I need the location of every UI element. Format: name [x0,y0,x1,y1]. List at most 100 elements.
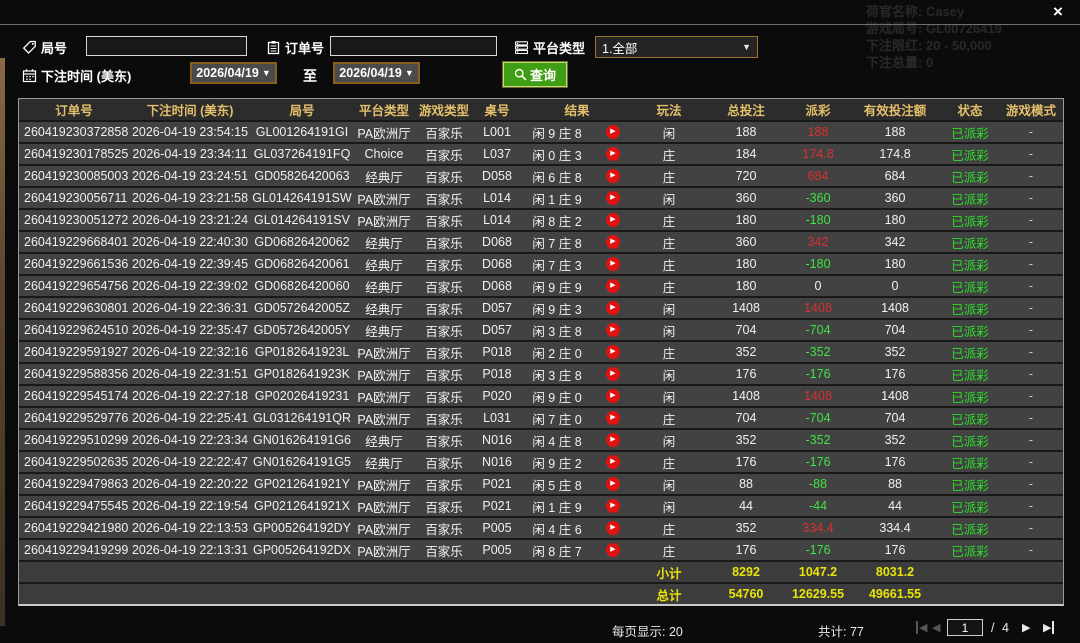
cell-status: 已派彩 [941,121,999,143]
cell-table-no: P020 [473,385,521,407]
table-row: 2604192295102992026-04-19 22:23:34GN0162… [19,429,1063,451]
date-from-dropdown[interactable]: 2026/04/19 ▼ [190,62,277,84]
subtotal-status-spacer [941,561,999,583]
grand-total-row: 总计5476012629.5549661.55 [19,583,1063,604]
play-video-icon[interactable]: ▶ [606,279,620,293]
cell-payout: -352 [787,341,849,363]
cell-valid-bet: 352 [849,429,941,451]
cell-platform-type: 经典厅 [353,231,415,253]
play-video-icon[interactable]: ▶ [606,389,620,403]
cell-payout: 188 [787,121,849,143]
cell-total-bet: 360 [705,231,787,253]
cell-order-id: 260419230085003 [19,165,129,187]
first-page-icon[interactable]: ◀ [916,621,927,634]
table-row: 2604192296308012026-04-19 22:36:31GD0572… [19,297,1063,319]
round-id-input[interactable] [86,36,247,56]
cell-round-id: GN016264191G5 [251,451,353,473]
cell-game-mode: - [999,495,1063,517]
total-pages: 4 [1002,621,1009,635]
cell-status: 已派彩 [941,209,999,231]
next-page-icon[interactable]: ▶ [1022,621,1030,634]
prev-page-icon[interactable]: ◀ [932,621,940,634]
search-button[interactable]: 查询 [503,62,567,87]
cell-game-type: 百家乐 [415,187,473,209]
cell-order-id: 260419230372858 [19,121,129,143]
cell-bet-side: 闲 [633,121,705,143]
cell-game-mode: - [999,209,1063,231]
play-video-icon[interactable]: ▶ [606,125,620,139]
cell-result: 闲 9 庄 8 [521,121,593,143]
play-video-icon[interactable]: ▶ [606,169,620,183]
page-separator: / [991,621,994,635]
cell-bet-time: 2026-04-19 22:13:31 [129,539,251,561]
cell-total-bet: 44 [705,495,787,517]
cell-bet-time: 2026-04-19 22:19:54 [129,495,251,517]
cell-valid-bet: 176 [849,539,941,561]
table-row: 2604192300567112026-04-19 23:21:58GL0142… [19,187,1063,209]
cell-bet-time: 2026-04-19 22:39:45 [129,253,251,275]
play-video-icon[interactable]: ▶ [606,323,620,337]
play-video-icon[interactable]: ▶ [606,477,620,491]
cell-bet-side: 闲 [633,429,705,451]
cell-status: 已派彩 [941,341,999,363]
cell-result: 闲 1 庄 9 [521,495,593,517]
date-to-dropdown[interactable]: 2026/04/19 ▼ [333,62,420,84]
cell-game-type: 百家乐 [415,231,473,253]
order-id-input[interactable] [330,36,497,56]
cell-bet-side: 闲 [633,473,705,495]
header-payout: 派彩 [787,99,849,121]
page-size-label: 每页显示: 20 [612,621,683,640]
cell-table-no: P021 [473,495,521,517]
cell-bet-side: 庄 [633,517,705,539]
play-video-icon[interactable]: ▶ [606,521,620,535]
play-video-icon[interactable]: ▶ [606,455,620,469]
table-row: 2604192296684012026-04-19 22:40:30GD0682… [19,231,1063,253]
play-video-icon[interactable]: ▶ [606,191,620,205]
play-video-icon[interactable]: ▶ [606,301,620,315]
cell-order-id: 260419229630801 [19,297,129,319]
platform-type-label: 平台类型 [514,38,585,57]
cell-order-id: 260419229668401 [19,231,129,253]
play-video-icon[interactable]: ▶ [606,257,620,271]
cell-payout: -352 [787,429,849,451]
cell-bet-side: 闲 [633,297,705,319]
calendar-icon [22,68,37,83]
cell-order-id: 260419229529776 [19,407,129,429]
play-video-icon[interactable]: ▶ [606,147,620,161]
records-table: 订单号下注时间 (美东)局号平台类型游戏类型桌号结果玩法总投注派彩有效投注额状态… [19,99,1063,604]
total-count-label: 共计: 77 [818,621,864,640]
table-row: 2604192296547562026-04-19 22:39:02GD0682… [19,275,1063,297]
play-video-icon[interactable]: ▶ [606,411,620,425]
page-number-input[interactable] [947,619,983,636]
close-icon[interactable]: × [1046,1,1070,23]
cell-platform-type: 经典厅 [353,319,415,341]
play-video-icon[interactable]: ▶ [606,433,620,447]
cell-payout: -176 [787,363,849,385]
cell-status: 已派彩 [941,275,999,297]
cell-game-mode: - [999,341,1063,363]
play-video-icon[interactable]: ▶ [606,499,620,513]
cell-bet-time: 2026-04-19 22:13:53 [129,517,251,539]
round-id-label: 局号 [22,38,67,57]
cell-round-id: GL014264191SV [251,209,353,231]
play-video-icon[interactable]: ▶ [606,345,620,359]
platform-type-select[interactable]: 1.全部 ▼ [595,36,758,58]
cell-platform-type: Choice [353,143,415,165]
table-header: 订单号下注时间 (美东)局号平台类型游戏类型桌号结果玩法总投注派彩有效投注额状态… [19,99,1063,121]
last-page-icon[interactable]: ▶ [1043,621,1054,634]
cell-bet-side: 闲 [633,187,705,209]
play-video-icon[interactable]: ▶ [606,235,620,249]
play-video-icon[interactable]: ▶ [606,213,620,227]
cell-round-id: GP005264192DY [251,517,353,539]
table-row: 2604192300850032026-04-19 23:24:51GD0582… [19,165,1063,187]
cell-order-id: 260419229654756 [19,275,129,297]
play-video-icon[interactable]: ▶ [606,543,620,557]
play-video-icon[interactable]: ▶ [606,367,620,381]
cell-total-bet: 704 [705,407,787,429]
cell-game-mode: - [999,473,1063,495]
cell-order-id: 260419229510299 [19,429,129,451]
cell-bet-time: 2026-04-19 22:25:41 [129,407,251,429]
cell-play: ▶ [593,143,633,165]
cell-game-type: 百家乐 [415,341,473,363]
cell-platform-type: PA欧洲厅 [353,407,415,429]
